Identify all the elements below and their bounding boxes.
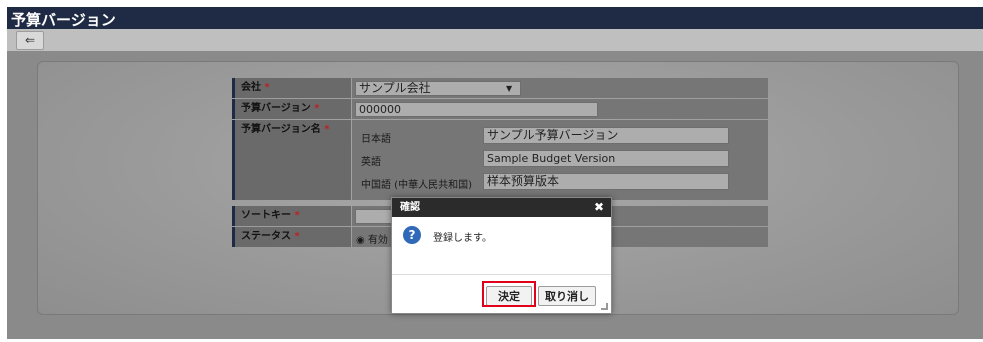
required-mark: * (314, 103, 320, 114)
status-label: ステータス * (232, 227, 351, 247)
required-mark: * (324, 124, 330, 135)
status-radio-active[interactable]: ◉ 有効 (356, 231, 388, 246)
arrow-left-icon: ⇐ (24, 33, 36, 47)
title-bar: 予算バージョン (7, 7, 983, 29)
version-name-ja-value: サンプル予算バージョン (487, 128, 619, 142)
ok-button-highlight (482, 281, 536, 307)
version-input-value: 000000 (359, 103, 401, 116)
status-label-text: ステータス (241, 231, 291, 242)
locale-label-en: 英語 (361, 157, 381, 168)
resize-grip-icon[interactable] (601, 303, 608, 310)
version-label-text: 予算バージョン (241, 103, 311, 114)
company-select[interactable]: サンプル会社 ▼ (355, 81, 521, 96)
dialog-title: 確認 (400, 202, 420, 213)
company-label-text: 会社 (241, 82, 261, 93)
toolbar: ⇐ (7, 29, 983, 52)
version-name-label-text: 予算バージョン名 (241, 124, 321, 135)
sort-key-label: ソートキー * (232, 206, 351, 226)
back-button[interactable]: ⇐ (16, 31, 44, 50)
locale-label-ja: 日本語 (361, 134, 391, 145)
dialog-title-bar: 確認 ✖ (392, 198, 611, 217)
radio-selected-icon: ◉ (356, 235, 365, 246)
version-name-label: 予算バージョン名 * (232, 120, 351, 200)
version-name-zh-input[interactable]: 样本预算版本 (483, 173, 729, 190)
company-label: 会社 * (232, 78, 351, 98)
required-mark: * (264, 82, 270, 93)
cancel-button[interactable]: 取り消し (538, 286, 596, 306)
chevron-down-icon: ▼ (506, 84, 513, 93)
required-mark: * (294, 231, 300, 242)
dialog-divider (392, 274, 611, 275)
company-select-value: サンプル会社 (359, 81, 431, 95)
page-title: 予算バージョン (11, 11, 116, 29)
version-name-en-value: Sample Budget Version (487, 152, 616, 165)
version-name-en-input[interactable]: Sample Budget Version (483, 150, 729, 167)
dialog-message: 登録します。 (433, 233, 492, 244)
version-input[interactable]: 000000 (355, 102, 598, 117)
close-icon[interactable]: ✖ (594, 198, 604, 217)
version-name-zh-value: 样本预算版本 (487, 174, 560, 188)
question-icon: ? (403, 226, 421, 244)
sort-key-label-text: ソートキー (241, 210, 291, 221)
version-label: 予算バージョン * (232, 99, 351, 119)
version-name-ja-input[interactable]: サンプル予算バージョン (483, 127, 729, 144)
status-radio-label: 有効 (367, 235, 388, 246)
required-mark: * (294, 210, 300, 221)
locale-label-zh: 中国語 (中華人民共和国) (361, 180, 472, 191)
